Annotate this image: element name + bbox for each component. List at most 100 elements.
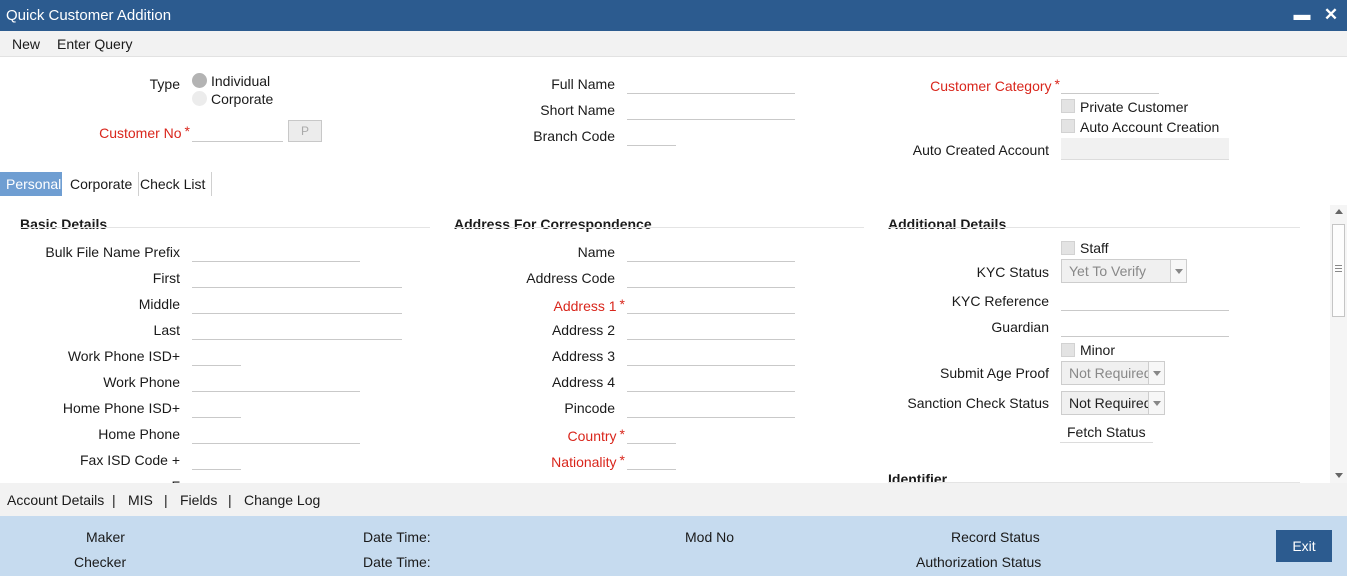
- address-code-label: Address Code: [526, 270, 615, 286]
- private-customer-checkbox[interactable]: [1061, 99, 1075, 113]
- bulk-file-name-prefix-label: Bulk File Name Prefix: [45, 244, 180, 260]
- change-log-link[interactable]: Change Log: [244, 492, 320, 508]
- scroll-down-icon[interactable]: [1330, 469, 1347, 483]
- submit-age-proof-label: Submit Age Proof: [940, 365, 1049, 381]
- fax-isd-code-input[interactable]: [192, 448, 241, 470]
- customer-no-label: Customer No *: [99, 123, 190, 141]
- short-name-input[interactable]: [627, 98, 795, 120]
- maker-date-time-label: Date Time:: [363, 529, 431, 545]
- branch-code-label: Branch Code: [533, 128, 615, 144]
- address4-input[interactable]: [627, 370, 795, 392]
- record-status-label: Record Status: [951, 529, 1040, 545]
- mis-link[interactable]: MIS: [128, 492, 153, 508]
- address-divider: [454, 227, 864, 228]
- customer-no-input[interactable]: [192, 120, 283, 142]
- tab-personal[interactable]: Personal: [0, 172, 62, 196]
- personal-panel: Basic Details Bulk File Name Prefix Firs…: [0, 205, 1330, 483]
- tab-check-list[interactable]: Check List: [134, 172, 213, 196]
- staff-checkbox[interactable]: [1061, 241, 1075, 255]
- fetch-status-button[interactable]: Fetch Status: [1060, 421, 1153, 443]
- work-phone-input[interactable]: [192, 370, 360, 392]
- menu-enter-query[interactable]: Enter Query: [57, 36, 132, 52]
- kyc-reference-input[interactable]: [1061, 289, 1229, 311]
- type-label: Type: [149, 76, 180, 92]
- address1-input[interactable]: [627, 292, 795, 314]
- address-code-input[interactable]: [627, 266, 795, 288]
- scroll-up-icon[interactable]: [1330, 205, 1347, 219]
- checker-label: Checker: [74, 554, 127, 570]
- pincode-input[interactable]: [627, 396, 795, 418]
- type-individual-label: Individual: [211, 73, 271, 89]
- basic-details-title: Basic Details: [20, 216, 108, 232]
- type-individual-radio[interactable]: [192, 73, 207, 88]
- tab-corporate[interactable]: Corporate: [64, 172, 140, 196]
- fax-isd-code-label: Fax ISD Code +: [80, 452, 180, 468]
- kyc-status-label: KYC Status: [976, 264, 1049, 280]
- address3-input[interactable]: [627, 344, 795, 366]
- work-phone-isd-input[interactable]: [192, 344, 241, 366]
- maker-label: Maker: [86, 529, 125, 545]
- nationality-input[interactable]: [627, 448, 676, 470]
- type-corporate-radio[interactable]: [192, 91, 207, 106]
- menu-bar: New Enter Query: [0, 31, 1347, 57]
- chevron-down-icon: [1148, 392, 1164, 414]
- tab-strip: Personal Corporate Check List: [0, 172, 1347, 196]
- kyc-status-select[interactable]: Yet To Verify: [1061, 259, 1187, 283]
- staff-label: Staff: [1080, 240, 1109, 256]
- address2-label: Address 2: [551, 322, 615, 338]
- grip-line: [1335, 268, 1342, 269]
- middle-name-input[interactable]: [192, 292, 402, 314]
- basic-details-divider: [20, 227, 430, 228]
- address2-input[interactable]: [627, 318, 795, 340]
- first-name-label: First: [152, 270, 180, 286]
- account-details-link[interactable]: Account Details: [7, 492, 104, 508]
- fields-link[interactable]: Fields: [180, 492, 217, 508]
- home-phone-label: Home Phone: [98, 426, 180, 442]
- guardian-input[interactable]: [1061, 315, 1229, 337]
- grip-line: [1335, 265, 1342, 266]
- menu-new[interactable]: New: [12, 36, 40, 52]
- auto-account-creation-checkbox[interactable]: [1061, 119, 1075, 133]
- address-title: Address For Correspondence: [454, 216, 652, 232]
- short-name-label: Short Name: [540, 102, 615, 118]
- mod-no-label: Mod No: [685, 529, 735, 545]
- minor-checkbox[interactable]: [1061, 343, 1075, 357]
- additional-details-title: Additional Details: [888, 216, 1007, 232]
- window-title: Quick Customer Addition: [6, 7, 172, 24]
- home-phone-isd-label: Home Phone ISD+: [62, 400, 180, 416]
- guardian-label: Guardian: [991, 319, 1049, 335]
- p-button[interactable]: P: [288, 120, 322, 142]
- branch-code-input[interactable]: [627, 124, 676, 146]
- sanction-check-status-select[interactable]: Not Required: [1061, 391, 1165, 415]
- address1-label: Address 1 *: [553, 296, 626, 314]
- chevron-down-icon: [1148, 362, 1164, 384]
- address3-label: Address 3: [551, 348, 615, 364]
- work-phone-label: Work Phone: [103, 374, 180, 390]
- home-phone-isd-input[interactable]: [192, 396, 241, 418]
- customer-category-input[interactable]: [1061, 72, 1159, 94]
- panel-scrollbar[interactable]: [1330, 205, 1347, 483]
- full-name-label: Full Name: [551, 76, 615, 92]
- nationality-label: Nationality *: [551, 452, 625, 470]
- chevron-down-icon: [1170, 260, 1186, 282]
- country-label: Country *: [567, 426, 625, 444]
- address-name-input[interactable]: [627, 240, 795, 262]
- home-phone-input[interactable]: [192, 422, 360, 444]
- address4-label: Address 4: [551, 374, 615, 390]
- last-name-label: Last: [153, 322, 180, 338]
- auto-created-account-input: [1061, 138, 1229, 160]
- full-name-input[interactable]: [627, 72, 795, 94]
- exit-button[interactable]: Exit: [1276, 530, 1332, 562]
- close-icon[interactable]: ✕: [1322, 0, 1340, 31]
- first-name-input[interactable]: [192, 266, 402, 288]
- window-title-bar: Quick Customer Addition ▬ ✕: [0, 0, 1347, 31]
- private-customer-label: Private Customer: [1080, 99, 1189, 115]
- address-name-label: Name: [577, 244, 615, 260]
- minimize-icon[interactable]: ▬: [1293, 0, 1311, 31]
- country-input[interactable]: [627, 422, 676, 444]
- last-name-input[interactable]: [192, 318, 402, 340]
- bulk-file-name-prefix-input[interactable]: [192, 240, 360, 262]
- scroll-thumb[interactable]: [1332, 224, 1345, 317]
- auto-created-account-label: Auto Created Account: [912, 142, 1049, 158]
- submit-age-proof-select[interactable]: Not Required: [1061, 361, 1165, 385]
